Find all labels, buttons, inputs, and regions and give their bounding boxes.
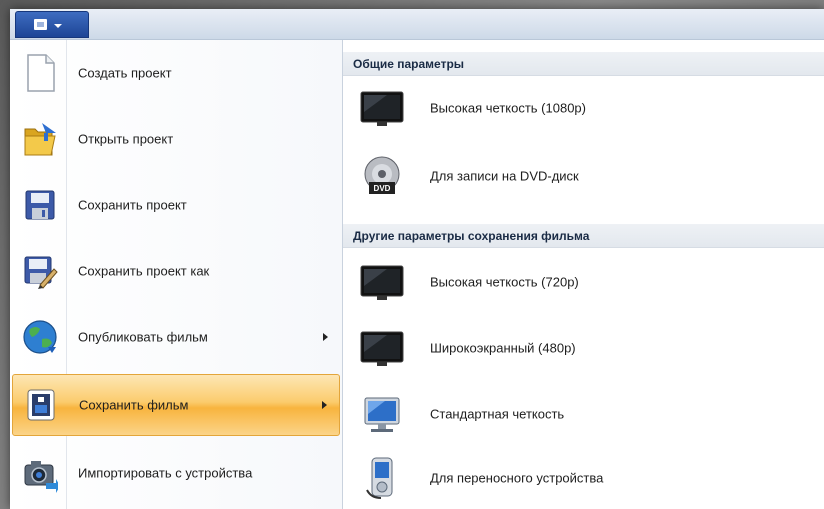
menu-item-save-project[interactable]: Сохранить проект xyxy=(12,174,340,236)
widescreen-tv-icon xyxy=(357,326,407,370)
dvd-disc-icon: DVD xyxy=(357,154,407,198)
menu-item-label: Открыть проект xyxy=(78,131,174,147)
menu-item-label: Опубликовать фильм xyxy=(78,329,208,345)
title-bar xyxy=(10,9,824,40)
submenu-item-label: Для записи на DVD-диск xyxy=(430,168,579,184)
menu-item-new-project[interactable]: Создать проект xyxy=(12,42,340,104)
menu-item-label: Сохранить проект xyxy=(78,197,187,213)
submenu-item-widescreen-480p[interactable]: Широкоэкранный (480p) xyxy=(343,320,824,376)
menu-item-save-movie[interactable]: Сохранить фильм xyxy=(12,374,340,436)
save-movie-icon xyxy=(23,385,59,425)
submenu-item-standard-definition[interactable]: Стандартная четкость xyxy=(343,386,824,442)
open-folder-icon xyxy=(22,119,58,159)
menu-item-label: Создать проект xyxy=(78,65,172,81)
menu-item-label: Импортировать с устройства xyxy=(78,465,253,481)
submenu-item-label: Высокая четкость (720p) xyxy=(430,274,579,290)
app-window: Создать проект Открыть проект Сохранить … xyxy=(10,9,824,509)
save-disk-icon xyxy=(22,185,58,225)
submenu-item-hd-720p[interactable]: Высокая четкость (720p) xyxy=(343,254,824,310)
submenu-item-label: Для переносного устройства xyxy=(430,470,604,486)
new-document-icon xyxy=(22,53,58,93)
standard-monitor-icon xyxy=(357,392,407,436)
chevron-down-icon xyxy=(54,24,62,28)
save-movie-submenu: Общие параметры Высокая четкость (1080p) xyxy=(343,40,824,509)
hd-tv-icon xyxy=(357,260,407,304)
submenu-item-hd-1080p[interactable]: Высокая четкость (1080p) xyxy=(343,80,824,136)
app-menu-button[interactable] xyxy=(15,11,89,38)
screenshot-frame: Создать проект Открыть проект Сохранить … xyxy=(0,0,824,509)
camera-import-icon xyxy=(22,453,58,493)
app-menu-commands: Создать проект Открыть проект Сохранить … xyxy=(10,40,343,509)
submenu-item-dvd[interactable]: DVD Для записи на DVD-диск xyxy=(343,148,824,204)
app-menu-icon xyxy=(34,19,47,30)
menu-item-publish-movie[interactable]: Опубликовать фильм xyxy=(12,306,340,368)
save-as-icon xyxy=(22,251,58,291)
svg-text:DVD: DVD xyxy=(374,184,391,193)
portable-device-icon xyxy=(357,456,407,500)
submenu-item-portable-device[interactable]: Для переносного устройства xyxy=(343,450,824,506)
section-header-other-settings: Другие параметры сохранения фильма xyxy=(343,224,824,248)
menu-item-import-from-device[interactable]: Импортировать с устройства xyxy=(12,442,340,504)
menu-item-label: Сохранить проект как xyxy=(78,263,210,279)
menu-item-open-project[interactable]: Открыть проект xyxy=(12,108,340,170)
submenu-item-label: Высокая четкость (1080p) xyxy=(430,100,586,116)
submenu-arrow-icon xyxy=(322,401,327,409)
submenu-item-label: Широкоэкранный (480p) xyxy=(430,340,576,356)
menu-item-save-project-as[interactable]: Сохранить проект как xyxy=(12,240,340,302)
submenu-item-label: Стандартная четкость xyxy=(430,406,565,422)
submenu-arrow-icon xyxy=(323,333,328,341)
globe-publish-icon xyxy=(22,317,58,357)
section-header-common-settings: Общие параметры xyxy=(343,52,824,76)
hd-tv-icon xyxy=(357,86,407,130)
menu-item-label: Сохранить фильм xyxy=(79,397,189,413)
